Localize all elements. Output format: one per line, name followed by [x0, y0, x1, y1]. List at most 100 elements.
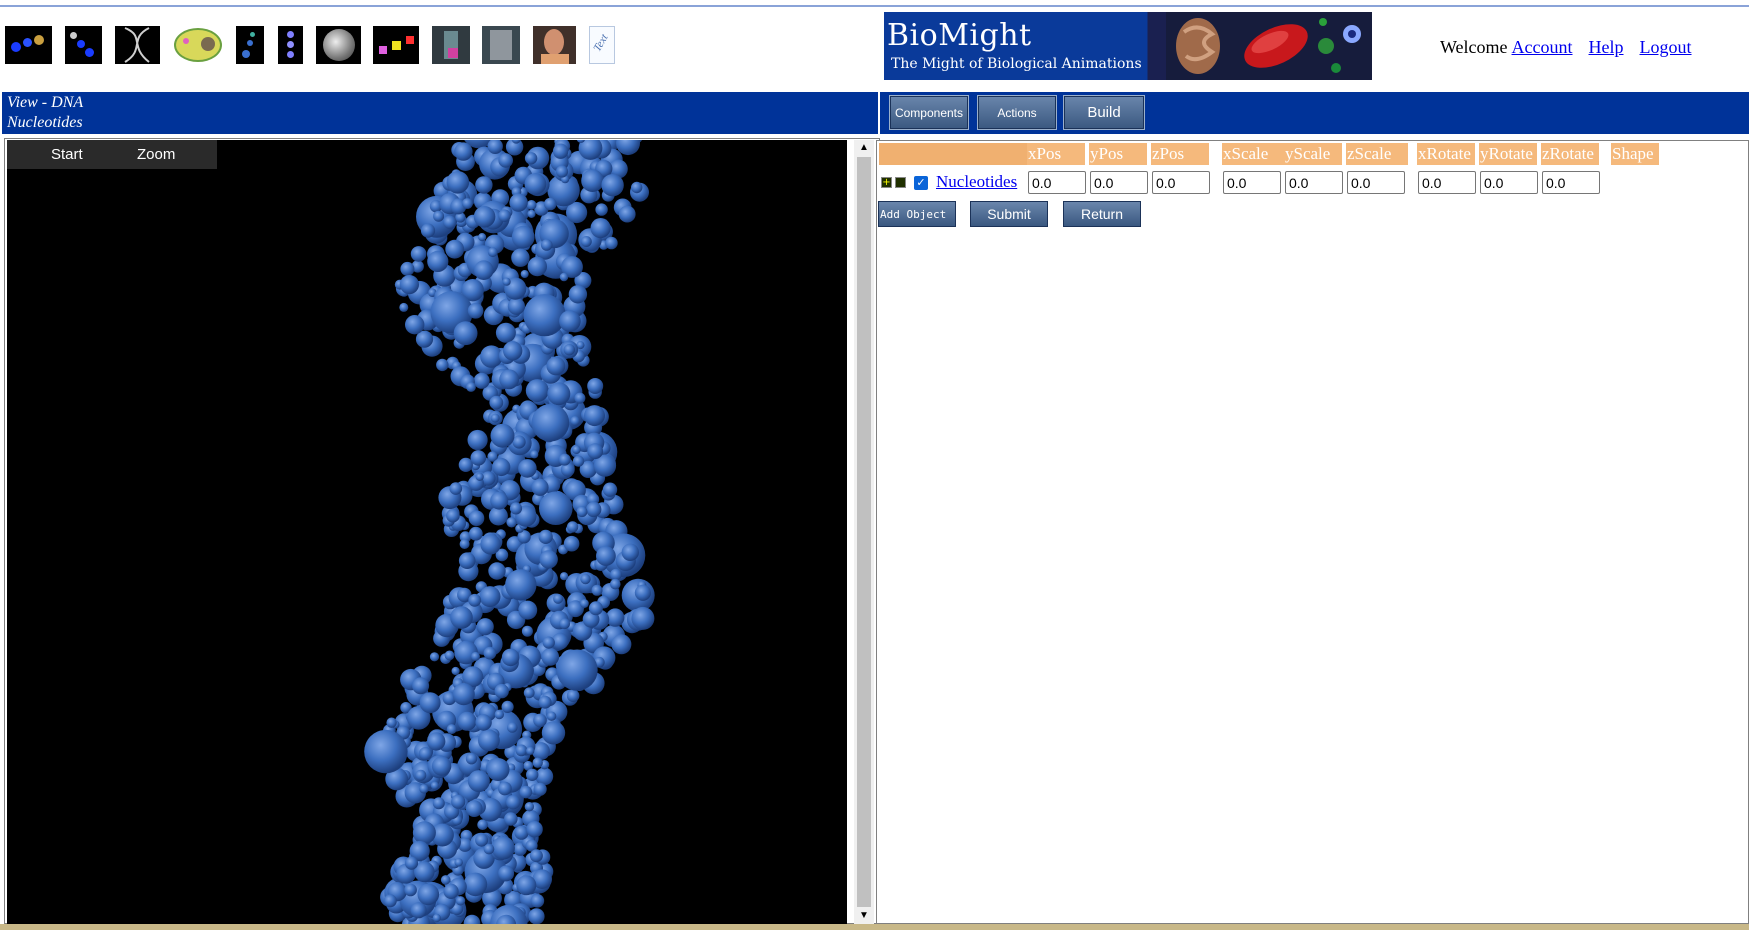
return-button[interactable]: Return — [1063, 201, 1141, 227]
nucleotide-sphere — [399, 275, 419, 295]
select-icon[interactable] — [895, 177, 906, 188]
column-header-yscale: yScale — [1284, 143, 1342, 165]
nucleotide-sphere — [512, 435, 526, 449]
components-button[interactable]: Components — [889, 95, 969, 130]
nucleotide-sphere — [530, 450, 539, 459]
bottom-rule — [0, 924, 1749, 930]
xpos-input[interactable] — [1028, 171, 1086, 194]
xrotate-input[interactable] — [1418, 171, 1476, 194]
nucleotide-sphere — [427, 250, 449, 272]
logout-link[interactable]: Logout — [1640, 37, 1692, 57]
scroll-down-icon[interactable]: ▼ — [854, 908, 874, 924]
nucleotide-sphere — [509, 502, 523, 515]
add-object-button[interactable]: Add Object — [878, 201, 956, 227]
zpos-input[interactable] — [1152, 171, 1210, 194]
nucleotide-sphere — [427, 732, 446, 751]
action-bar: Components Actions Build — [880, 92, 1749, 134]
nucleotide-sphere — [572, 455, 585, 467]
nucleotide-sphere — [486, 758, 510, 781]
xscale-input[interactable] — [1223, 171, 1281, 194]
help-link[interactable]: Help — [1589, 37, 1624, 57]
thumb-sphere-icon[interactable] — [316, 26, 361, 64]
start-button[interactable]: Start — [51, 146, 83, 163]
thumb-strand-icon[interactable] — [236, 26, 264, 64]
properties-panel: xPos yPos zPos xScale yScale zScale xRotate yRo… — [876, 140, 1749, 924]
nucleotide-sphere — [580, 573, 591, 585]
visible-checkbox[interactable]: ✓ — [914, 176, 928, 190]
nucleotide-sphere — [410, 902, 427, 919]
zoom-button[interactable]: Zoom — [137, 146, 175, 163]
header-spacer — [879, 143, 1027, 165]
nucleotide-sphere — [560, 572, 569, 581]
thumb-skeleton-icon[interactable] — [482, 26, 520, 64]
scroll-thumb[interactable] — [857, 157, 871, 907]
nucleotide-sphere — [498, 209, 511, 222]
nucleotide-sphere — [526, 200, 537, 210]
nucleotide-sphere — [586, 501, 602, 518]
nucleotide-sphere — [451, 666, 460, 676]
ypos-input[interactable] — [1090, 171, 1148, 194]
submit-button[interactable]: Submit — [970, 201, 1048, 227]
nucleotide-sphere — [383, 894, 397, 908]
nucleotide-sphere — [556, 649, 598, 691]
dna-nucleotide-render — [364, 140, 655, 924]
thumb-chain-icon[interactable] — [65, 26, 102, 64]
scroll-up-icon[interactable]: ▲ — [854, 140, 874, 156]
nucleotide-sphere — [518, 600, 538, 620]
nucleotide-sphere — [410, 246, 427, 262]
expand-icon[interactable]: + — [881, 177, 892, 188]
account-link[interactable]: Account — [1512, 37, 1573, 57]
build-button[interactable]: Build — [1063, 95, 1145, 130]
nucleotide-sphere — [546, 711, 557, 721]
nucleotide-sphere — [462, 198, 473, 209]
thumb-text-icon[interactable]: Text — [589, 26, 615, 64]
zscale-input[interactable] — [1347, 171, 1405, 194]
nucleotide-sphere — [473, 206, 496, 228]
nucleotide-sphere — [580, 599, 589, 608]
nucleotide-sphere — [601, 174, 624, 197]
nucleotide-sphere — [474, 260, 494, 280]
nucleotide-sphere — [566, 689, 580, 702]
yrotate-input[interactable] — [1480, 171, 1538, 194]
nucleotide-sphere — [546, 356, 566, 376]
nucleotide-sphere — [451, 794, 466, 809]
column-header-ypos: yPos — [1089, 143, 1147, 165]
column-header-xscale: xScale — [1222, 143, 1284, 165]
nucleotide-sphere — [478, 233, 487, 242]
nucleotide-sphere — [475, 176, 493, 194]
nucleotide-sphere — [515, 744, 528, 757]
nucleotide-sphere — [631, 606, 655, 630]
nucleotide-sphere — [483, 646, 497, 660]
thumb-cubes-icon[interactable] — [373, 26, 419, 64]
thumb-head-icon[interactable] — [533, 26, 576, 64]
nucleotide-sphere — [429, 652, 440, 662]
thumb-molecule-icon[interactable] — [5, 26, 52, 64]
nucleotides-link[interactable]: Nucleotides — [936, 172, 1017, 192]
actions-button[interactable]: Actions — [977, 95, 1057, 130]
nucleotide-sphere — [524, 173, 547, 195]
zrotate-input[interactable] — [1542, 171, 1600, 194]
nucleotide-sphere — [559, 272, 569, 282]
nucleotide-sphere — [526, 768, 539, 781]
nucleotide-sphere — [559, 310, 581, 332]
thumb-cell-icon[interactable] — [173, 26, 223, 64]
dna-3d-viewer[interactable]: Start Zoom — [7, 140, 847, 924]
nucleotide-sphere — [501, 700, 514, 714]
nucleotide-sphere — [528, 908, 545, 924]
yscale-input[interactable] — [1285, 171, 1343, 194]
nucleotide-sphere — [489, 395, 504, 410]
thumb-column-icon[interactable] — [278, 26, 303, 64]
nucleotide-sphere — [587, 443, 604, 460]
viewer-scrollbar[interactable]: ▲ ▼ — [854, 140, 874, 924]
nucleotide-sphere — [563, 344, 575, 356]
thumb-helix-icon[interactable] — [115, 26, 160, 64]
nucleotide-sphere — [436, 358, 449, 372]
nucleotide-sphere — [454, 142, 473, 161]
nucleotide-sphere — [479, 586, 501, 608]
nucleotide-sphere — [468, 526, 483, 541]
nucleotide-sphere — [610, 578, 621, 590]
thumb-figure-icon[interactable] — [432, 26, 470, 64]
nucleotide-sphere — [507, 297, 525, 315]
nucleotide-sphere — [519, 785, 533, 799]
nucleotide-sphere — [566, 521, 579, 533]
